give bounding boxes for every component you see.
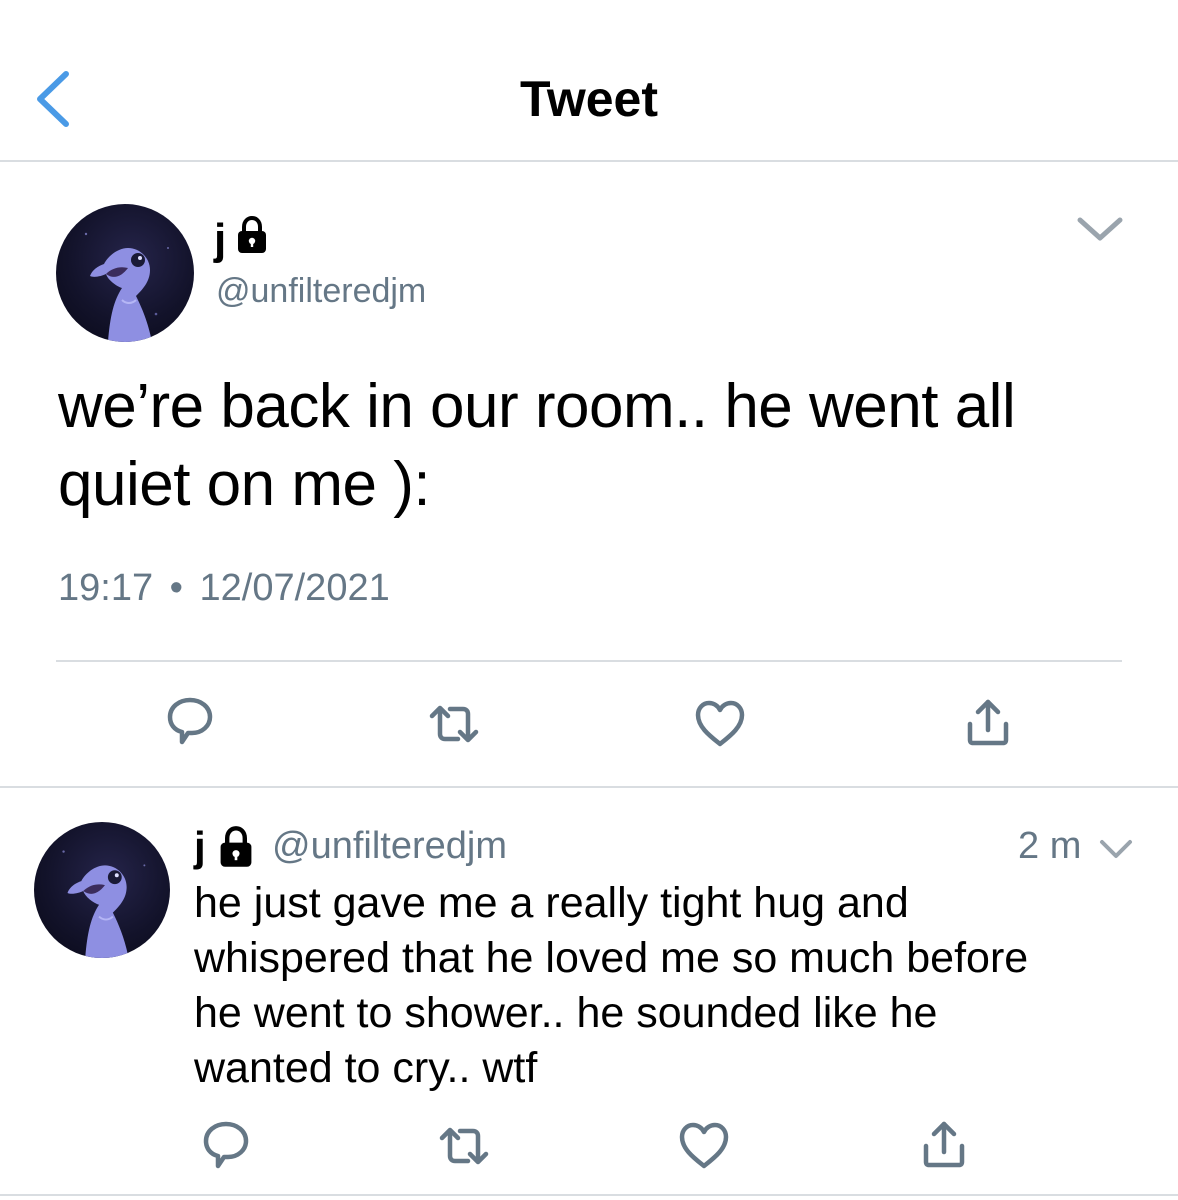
chevron-down-icon [1077,217,1123,241]
share-button[interactable] [960,694,1016,750]
reply-button[interactable] [162,692,218,748]
tweet-age: 2 m [1018,825,1082,867]
tweet-text-line: whispered that he loved me so much befor… [194,934,1029,982]
like-icon [695,700,745,747]
chevron-down-icon [1100,840,1132,858]
tweet-text-line: he just gave me a really tight hug and [194,879,909,927]
tweet-time: 19:17 [58,567,154,609]
share-button[interactable] [916,1116,972,1172]
avatar[interactable] [34,822,170,958]
reply-button[interactable] [198,1116,254,1172]
share-icon [923,1121,965,1168]
display-name[interactable]: j [214,218,226,262]
timestamp-separator: • [169,567,183,609]
divider [0,786,1178,788]
lock-icon [220,826,252,867]
tweet-date: 12/07/2021 [199,567,390,609]
like-button[interactable] [676,1118,732,1174]
username-handle[interactable]: @unfilteredjm [216,274,426,308]
retweet-button[interactable] [426,696,482,752]
retweet-button[interactable] [436,1118,492,1174]
like-button[interactable] [692,696,748,752]
share-icon [967,699,1009,746]
lock-icon [238,215,266,253]
display-name[interactable]: j [194,826,206,868]
username-handle[interactable]: @unfilteredjm [272,827,507,865]
reply-icon [203,1121,249,1169]
salamander-avatar-image [84,232,169,342]
tweet-options-button[interactable] [1096,832,1136,864]
tweet-text-line: wanted to cry.. wtf [194,1044,538,1092]
divider [0,1194,1178,1196]
divider [56,660,1122,662]
like-icon [679,1122,729,1169]
avatar[interactable] [56,204,194,342]
retweet-icon [429,705,479,743]
reply-icon [167,697,213,745]
tweet-text: we’re back in our room.. he went all qui… [58,368,1138,524]
tweet-timestamp: 19:17 • 12/07/2021 [58,566,390,610]
tweet-text-line: quiet on me ): [58,450,431,519]
tweet-text-line: we’re back in our room.. he went all [58,372,1016,441]
retweet-icon [439,1127,489,1165]
salamander-avatar-image [62,850,146,958]
tweet-text-line: he went to shower.. he sounded like he [194,989,938,1037]
tweet-options-button[interactable] [1072,208,1128,248]
top-navigation-bar: Tweet [0,0,1178,162]
page-title: Tweet [520,71,658,127]
tweet-text: he just gave me a really tight hug and w… [194,876,1154,1096]
